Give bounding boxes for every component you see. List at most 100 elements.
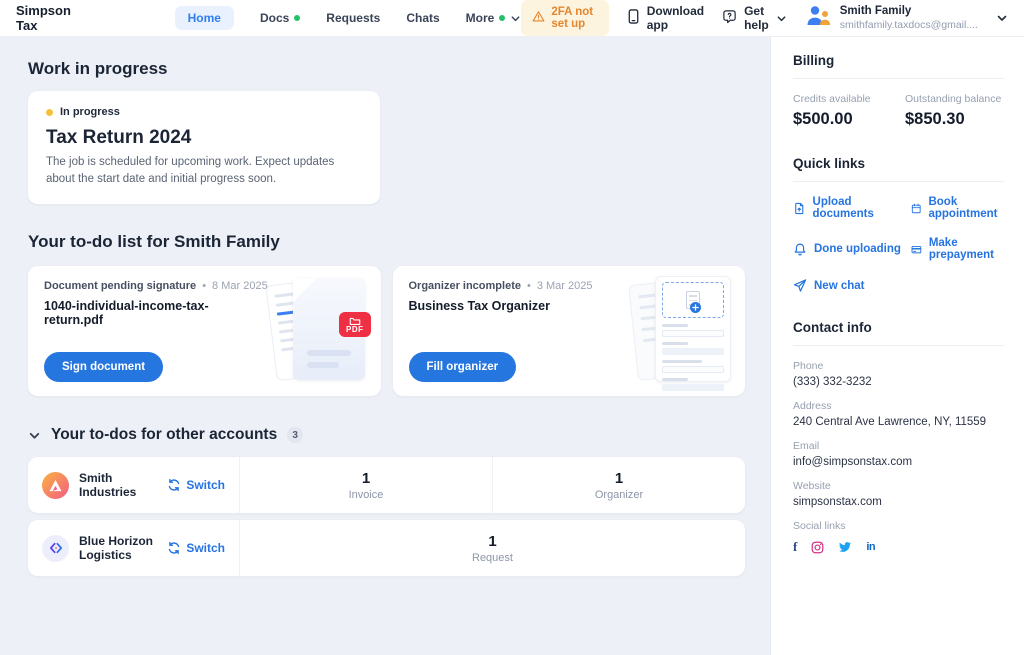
right-sidebar: Billing Credits available $500.00 Outsta… [770,37,1024,655]
chevron-down-icon[interactable] [996,12,1008,24]
organizer-name: Business Tax Organizer [409,299,629,313]
help-bubble-icon [722,9,737,27]
status-label: In progress [60,106,120,118]
todo-card-signature: Document pending signature • 8 Mar 2025 … [28,266,381,396]
paper-plane-icon [793,278,807,293]
notification-dot [499,15,505,21]
collapse-chevron-icon[interactable] [28,429,41,442]
smith-industries-logo [42,472,69,499]
balance-amount: $850.30 [905,110,1001,129]
account-name: Blue Horizon Logistics [79,534,155,563]
job-description: The job is scheduled for upcoming work. … [46,154,362,187]
user-name: Smith Family [840,5,978,19]
family-avatar-icon [805,4,832,32]
main-panel: Work in progress In progress Tax Return … [0,37,770,655]
2fa-warning-badge[interactable]: 2FA not set up [521,0,608,36]
top-navigation-bar: Simpson Tax Home Docs Requests Chats Mor… [0,0,1024,37]
quick-links-heading: Quick links [793,156,1004,171]
refresh-icon [167,478,181,492]
facebook-icon[interactable]: f [793,539,797,555]
nav-item-chats[interactable]: Chats [406,11,439,25]
user-account-menu[interactable]: Smith Family smithfamily.taxdocs@gmail..… [805,4,978,32]
upload-dropzone-graphic [662,282,724,318]
switch-account-button[interactable]: Switch [167,478,225,492]
outstanding-balance: Outstanding balance $850.30 [905,93,1001,129]
get-help-menu[interactable]: Get help [722,4,787,32]
contact-info-heading: Contact info [793,320,1004,335]
fill-organizer-button[interactable]: Fill organizer [409,352,517,382]
instagram-icon[interactable] [811,541,824,554]
contact-phone: Phone (333) 332-3232 [793,360,1004,388]
contact-email: Email info@simpsonstax.com [793,440,1004,468]
account-row-blue-horizon: Blue Horizon Logistics Switch 1 Request [28,520,745,576]
pdf-document-illustration: PDF [269,276,367,384]
header-actions: 2FA not set up Download app Get help Smi… [521,0,1008,36]
user-email: smithfamily.taxdocs@gmail.... [840,19,978,32]
linkedin-icon[interactable]: in [866,541,875,553]
refresh-icon [167,541,181,555]
mobile-phone-icon [627,9,640,27]
page-content: Work in progress In progress Tax Return … [0,37,1024,655]
switch-account-button[interactable]: Switch [167,541,225,555]
download-app-button[interactable]: Download app [627,4,704,32]
warning-icon [532,10,545,26]
request-count-cell[interactable]: 1 Request [240,520,745,576]
billing-summary: Credits available $500.00 Outstanding ba… [793,93,1004,129]
front-page-graphic: PDF [293,278,365,380]
work-in-progress-card[interactable]: In progress Tax Return 2024 The job is s… [28,91,380,204]
main-nav: Home Docs Requests Chats More [175,6,522,30]
account-cell: Blue Horizon Logistics Switch [28,520,240,576]
brand-logo[interactable]: Simpson Tax [16,3,85,33]
nav-item-docs[interactable]: Docs [260,11,300,25]
make-prepayment-link[interactable]: Make prepayment [911,237,1004,261]
upload-document-icon [793,201,806,216]
todo-date: 8 Mar 2025 [212,280,268,292]
todo-card-organizer: Organizer incomplete • 3 Mar 2025 Busine… [393,266,746,396]
credit-card-icon [911,242,922,257]
sign-document-button[interactable]: Sign document [44,352,163,382]
other-accounts-heading: Your to-dos for other accounts [51,426,277,444]
done-uploading-link[interactable]: Done uploading [793,237,905,261]
account-row-smith-industries: Smith Industries Switch 1 Invoice 1 Orga… [28,457,745,513]
todo-list-heading: Your to-do list for Smith Family [28,232,745,252]
contact-address: Address 240 Central Ave Lawrence, NY, 11… [793,400,1004,428]
user-identity: Smith Family smithfamily.taxdocs@gmail..… [840,5,978,31]
page-fold-graphic [293,278,317,302]
work-in-progress-heading: Work in progress [28,59,745,79]
notification-dot [294,15,300,21]
bell-icon [793,242,807,257]
todo-date: 3 Mar 2025 [537,280,593,292]
other-accounts-header[interactable]: Your to-dos for other accounts 3 [28,426,745,444]
upload-documents-link[interactable]: Upload documents [793,196,905,220]
quick-links: Upload documents Book appointment Done u… [793,196,1004,293]
contact-website: Website simpsonstax.com [793,480,1004,508]
account-name: Smith Industries [79,471,155,500]
new-chat-link[interactable]: New chat [793,278,905,293]
book-appointment-link[interactable]: Book appointment [911,196,1004,220]
job-title: Tax Return 2024 [46,127,362,149]
plus-badge-icon [690,302,701,313]
chevron-down-icon [776,13,787,24]
credits-available: Credits available $500.00 [793,93,905,129]
twitter-icon[interactable] [838,541,852,553]
invoice-count-cell[interactable]: 1 Invoice [240,457,493,513]
calendar-icon [911,201,921,216]
nav-item-more[interactable]: More [466,11,522,25]
status-dot-icon [46,109,53,116]
todo-cards: Document pending signature • 8 Mar 2025 … [28,266,745,396]
pdf-file-badge: PDF [339,312,371,337]
billing-heading: Billing [793,53,1004,68]
organizer-form-illustration [633,276,731,384]
job-status: In progress [46,106,362,118]
chevron-down-icon [510,13,521,24]
count-badge: 3 [287,427,303,443]
social-links: Social links f in [793,520,1004,555]
organizer-count-cell[interactable]: 1 Organizer [493,457,745,513]
nav-item-home[interactable]: Home [175,6,234,30]
front-form-graphic [655,276,731,382]
other-account-rows: Smith Industries Switch 1 Invoice 1 Orga… [28,457,745,576]
blue-horizon-logo [42,535,69,562]
credits-amount: $500.00 [793,110,905,129]
nav-item-requests[interactable]: Requests [326,11,380,25]
account-cell: Smith Industries Switch [28,457,240,513]
